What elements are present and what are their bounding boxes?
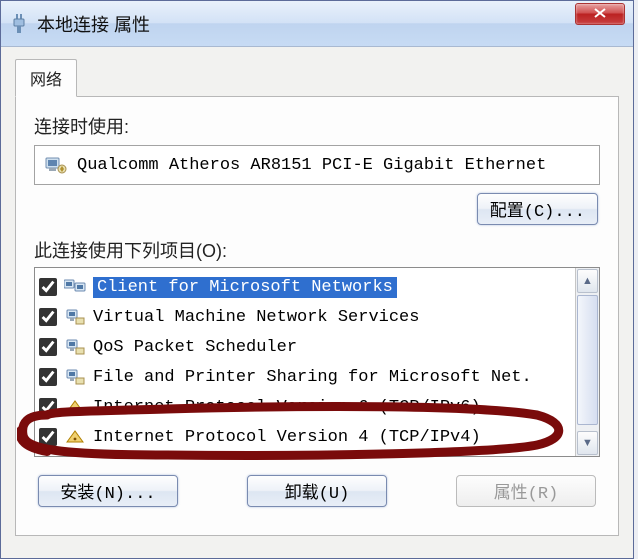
items-list[interactable]: Client for Microsoft Networks Virtual Ma… bbox=[35, 268, 575, 456]
tab-content: 连接时使用: Qualcomm Atheros AR8151 PCI-E Gig… bbox=[15, 96, 619, 536]
protocol-icon bbox=[63, 428, 87, 446]
close-icon bbox=[593, 7, 607, 21]
scroll-thumb[interactable] bbox=[577, 295, 598, 425]
item-checkbox[interactable] bbox=[39, 308, 57, 326]
list-item[interactable]: Internet Protocol Version 4 (TCP/IPv4) bbox=[35, 422, 575, 452]
items-label: 此连接使用下列项目(O): bbox=[34, 237, 600, 263]
configure-button[interactable]: 配置(C)... bbox=[477, 193, 598, 225]
scroll-track[interactable] bbox=[577, 295, 598, 429]
adapter-name: Qualcomm Atheros AR8151 PCI-E Gigabit Et… bbox=[77, 156, 589, 175]
item-checkbox[interactable] bbox=[39, 278, 57, 296]
item-checkbox[interactable] bbox=[39, 428, 57, 446]
uninstall-button[interactable]: 卸载(U) bbox=[247, 475, 387, 507]
list-item[interactable]: QoS Packet Scheduler bbox=[35, 332, 575, 362]
protocol-icon bbox=[63, 398, 87, 416]
item-label: Virtual Machine Network Services bbox=[93, 308, 419, 327]
item-label: Client for Microsoft Networks bbox=[93, 277, 397, 298]
service-icon bbox=[63, 338, 87, 356]
item-label: Internet Protocol Version 4 (TCP/IPv4) bbox=[93, 428, 481, 447]
window-title: 本地连接 属性 bbox=[37, 11, 629, 37]
install-button[interactable]: 安装(N)... bbox=[38, 475, 178, 507]
list-item[interactable]: Virtual Machine Network Services bbox=[35, 302, 575, 332]
scroll-down-button[interactable]: ▼ bbox=[577, 431, 598, 455]
scroll-up-button[interactable]: ▲ bbox=[577, 269, 598, 293]
items-listbox: Client for Microsoft Networks Virtual Ma… bbox=[34, 267, 600, 457]
list-item[interactable]: File and Printer Sharing for Microsoft N… bbox=[35, 362, 575, 392]
button-row: 安装(N)... 卸载(U) 属性(R) bbox=[34, 475, 600, 507]
item-checkbox[interactable] bbox=[39, 338, 57, 356]
list-item[interactable]: Client for Microsoft Networks bbox=[35, 272, 575, 302]
item-label: File and Printer Sharing for Microsoft N… bbox=[93, 368, 532, 387]
scrollbar[interactable]: ▲ ▼ bbox=[575, 268, 599, 456]
service-icon bbox=[63, 368, 87, 386]
tabstrip: 网络 bbox=[1, 47, 633, 97]
adapter-box: Qualcomm Atheros AR8151 PCI-E Gigabit Et… bbox=[34, 145, 600, 185]
item-checkbox[interactable] bbox=[39, 398, 57, 416]
list-item[interactable]: Internet Protocol Version 6 (TCP/IPv6) bbox=[35, 392, 575, 422]
item-label: QoS Packet Scheduler bbox=[93, 338, 297, 357]
properties-button[interactable]: 属性(R) bbox=[456, 475, 596, 507]
adapter-icon bbox=[45, 155, 67, 175]
network-plug-icon bbox=[9, 14, 29, 34]
tab-network[interactable]: 网络 bbox=[15, 59, 77, 97]
titlebar[interactable]: 本地连接 属性 bbox=[1, 1, 633, 47]
item-checkbox[interactable] bbox=[39, 368, 57, 386]
properties-dialog: 本地连接 属性 网络 连接时使用: Qualcomm Atheros AR815… bbox=[0, 0, 634, 559]
connect-using-label: 连接时使用: bbox=[34, 113, 600, 139]
service-icon bbox=[63, 308, 87, 326]
client-icon bbox=[63, 278, 87, 296]
close-button[interactable] bbox=[575, 3, 625, 25]
item-label: Internet Protocol Version 6 (TCP/IPv6) bbox=[93, 398, 481, 417]
